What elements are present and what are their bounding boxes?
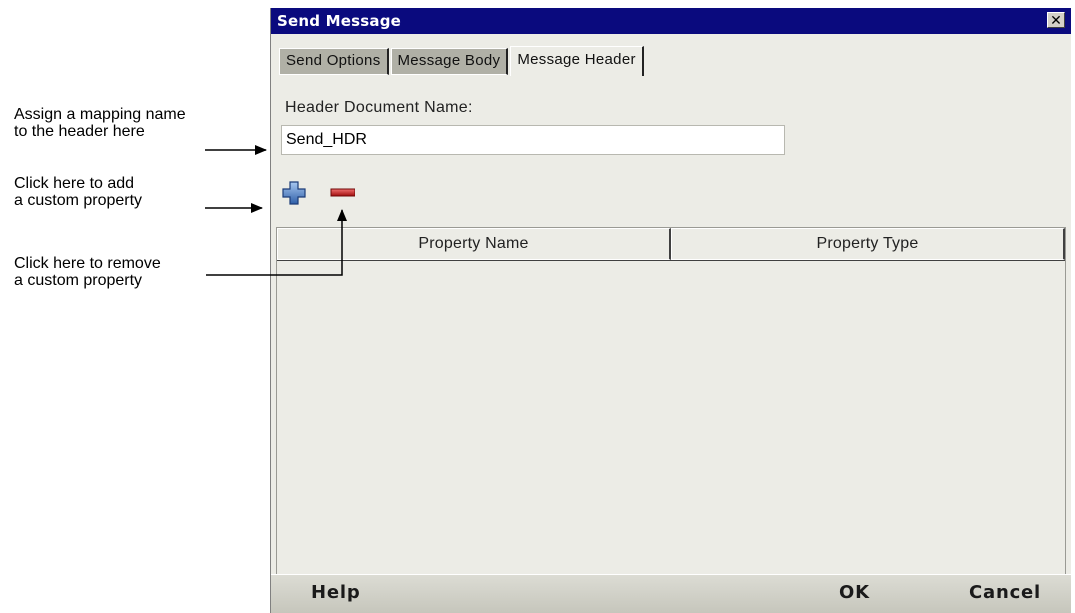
annotation-line: a custom property (14, 272, 143, 289)
tab-bar: Send Options Message Body Message Header (279, 46, 646, 76)
help-button[interactable]: Help (311, 582, 361, 603)
annotation-line: Click here to remove (14, 255, 161, 272)
header-document-name-input[interactable] (281, 125, 785, 155)
table-header: Property Name Property Type (277, 228, 1065, 261)
annotation-header-name: Assign a mapping name to the header here (14, 106, 186, 140)
annotation-remove-property: Click here to remove a custom property (14, 255, 161, 289)
annotation-add-property: Click here to add a custom property (14, 175, 142, 209)
tab-message-body[interactable]: Message Body (390, 48, 509, 75)
add-property-button[interactable] (281, 180, 307, 206)
annotation-line: a custom property (14, 192, 143, 209)
title-bar: Send Message ✕ (271, 8, 1071, 34)
annotation-line: to the header here (14, 123, 145, 140)
send-message-dialog: Send Message ✕ Send Options Message Body… (270, 8, 1071, 613)
dialog-title: Send Message (277, 12, 402, 30)
annotation-line: Assign a mapping name (14, 106, 186, 123)
plus-icon (282, 181, 306, 205)
close-icon: ✕ (1050, 12, 1062, 28)
tab-send-options[interactable]: Send Options (279, 48, 389, 75)
tab-message-header[interactable]: Message Header (510, 46, 644, 76)
minus-icon (330, 188, 356, 197)
close-button[interactable]: ✕ (1047, 12, 1065, 28)
remove-property-button[interactable] (329, 180, 356, 206)
annotation-line: Click here to add (14, 175, 135, 192)
table-body[interactable] (277, 261, 1065, 576)
column-header-property-name[interactable]: Property Name (277, 228, 671, 260)
column-header-property-type[interactable]: Property Type (671, 228, 1065, 260)
dialog-footer: Help OK Cancel (271, 574, 1071, 613)
header-document-name-label: Header Document Name: (285, 99, 473, 116)
ok-button[interactable]: OK (839, 582, 870, 603)
cancel-button[interactable]: Cancel (969, 582, 1041, 603)
property-table: Property Name Property Type (276, 227, 1066, 577)
